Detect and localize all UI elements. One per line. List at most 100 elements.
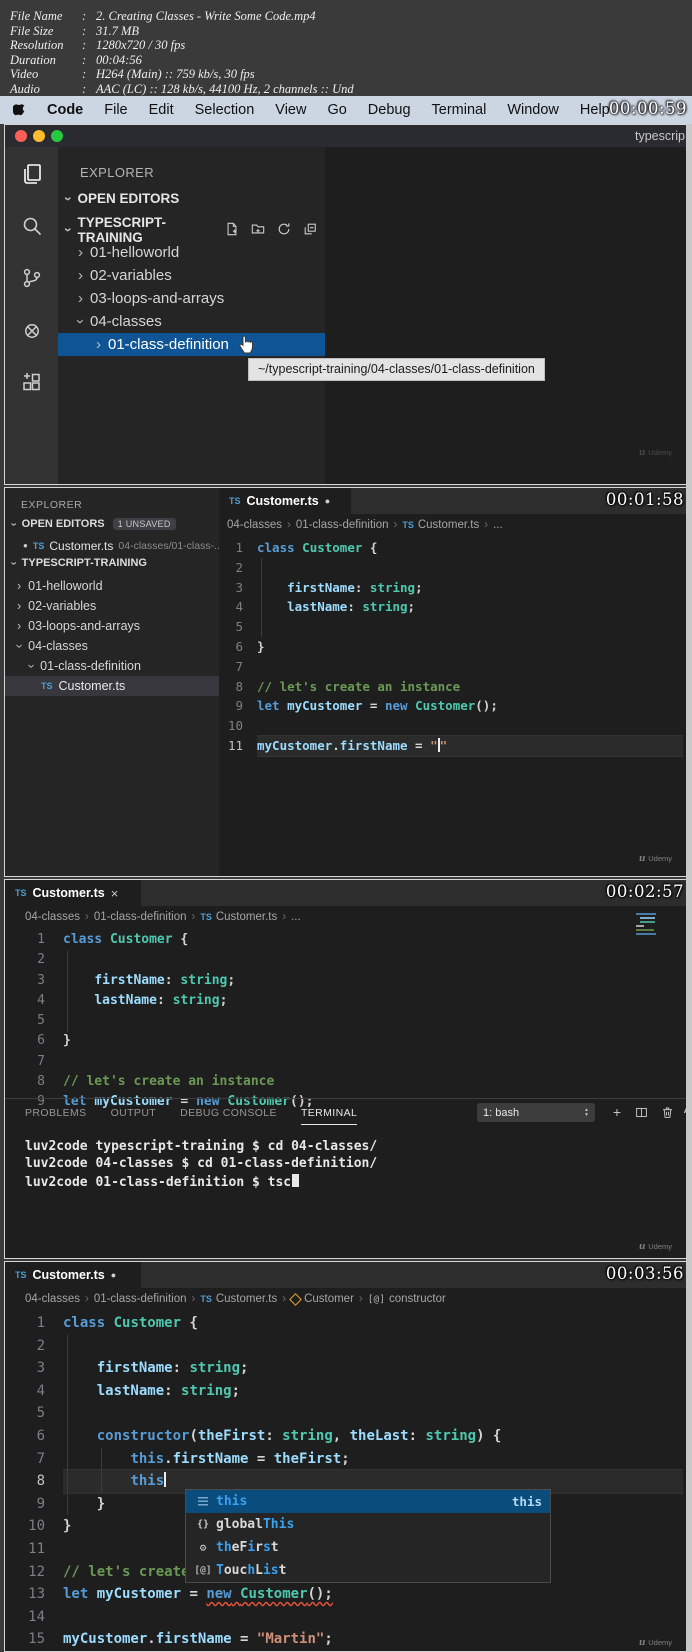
tab-customer-ts[interactable]: TS Customer.ts ● <box>219 488 351 514</box>
minimap[interactable] <box>636 913 660 935</box>
breadcrumb-item-[interactable]: ... <box>291 911 301 923</box>
tree-item-Customer.ts[interactable]: TS Customer.ts <box>5 676 219 696</box>
code-line-2: 2 <box>17 950 683 970</box>
menu-item-terminal[interactable]: Terminal <box>432 102 487 118</box>
open-editors-section[interactable]: › OPEN EDITORS <box>61 191 179 206</box>
meta-label: Video <box>10 67 39 82</box>
open-editor-item[interactable]: ● TS Customer.ts 04-classes/01-class-... <box>5 536 219 555</box>
tree-item-03-loops-and-arrays[interactable]: › 03-loops-and-arrays <box>5 616 219 636</box>
timestamp-overlay: 00:00:59 <box>608 99 687 118</box>
code-line-4: 4 lastName: string; <box>17 991 683 1011</box>
workspace-actions <box>225 222 317 239</box>
scrollbar[interactable] <box>686 124 692 1652</box>
code-line-4: 4 lastName: string; <box>17 1380 683 1403</box>
breadcrumb-item-[interactable]: ... <box>493 519 503 531</box>
breadcrumb-item-04-classes[interactable]: 04-classes <box>25 911 80 923</box>
suggest-item[interactable]: this this <box>186 1490 550 1513</box>
code-line-2: 2 <box>17 1335 683 1358</box>
new-file-icon[interactable] <box>225 222 239 239</box>
keyword-icon <box>198 1497 208 1506</box>
tab-label: Customer.ts <box>32 1268 105 1282</box>
menu-item-go[interactable]: Go <box>327 102 346 118</box>
menu-item-window[interactable]: Window <box>507 102 559 118</box>
code-line-text: constructor(theFirst: string, theLast: s… <box>96 1427 502 1444</box>
code-line-1: 1 class Customer { <box>17 930 683 950</box>
search-icon[interactable] <box>19 213 45 239</box>
debug-icon[interactable] <box>19 317 45 343</box>
tree-item-04-classes[interactable]: › 04-classes <box>58 310 325 333</box>
breadcrumb-separator: › <box>393 519 398 531</box>
close-window-button[interactable] <box>15 130 27 142</box>
udemy-watermark: u Udemy <box>639 852 672 864</box>
split-terminal-icon[interactable] <box>633 1104 649 1120</box>
menu-item-edit[interactable]: Edit <box>149 102 174 118</box>
line-number: 2 <box>37 952 45 968</box>
breadcrumb-item-constructor[interactable]: [@] constructor <box>368 1293 446 1305</box>
menu-item-view[interactable]: View <box>275 102 306 118</box>
open-editors-section[interactable]: › OPEN EDITORS 1 UNSAVED <box>7 518 176 530</box>
menu-item-file[interactable]: File <box>104 102 127 118</box>
suggest-item[interactable]: ⚙ theFirst <box>186 1536 550 1559</box>
tree-item-01-helloworld[interactable]: › 01-helloworld <box>5 576 219 596</box>
tree-item-03-loops-and-arrays[interactable]: › 03-loops-and-arrays <box>58 287 325 310</box>
meta-value: 1280x720 / 30 fps <box>96 38 186 53</box>
shell-select[interactable]: 1: bash ▲ ▼ <box>477 1103 595 1122</box>
panel-tab-terminal[interactable]: TERMINAL <box>300 1107 358 1125</box>
new-terminal-icon[interactable]: + <box>609 1104 625 1120</box>
menu-item-debug[interactable]: Debug <box>368 102 411 118</box>
dirty-dot-icon[interactable]: ● <box>325 496 330 506</box>
breadcrumb-item-Customer[interactable]: Customer <box>289 1292 354 1306</box>
close-icon[interactable]: × <box>111 886 119 901</box>
terminal-output[interactable]: luv2code typescript-training $ cd 04-cla… <box>25 1139 377 1191</box>
trash-icon[interactable] <box>659 1104 675 1120</box>
breadcrumb-item-Customerts[interactable]: TS Customer.ts <box>402 519 479 531</box>
menu-item-code[interactable]: Code <box>47 102 83 118</box>
tree-item-01-class-definition[interactable]: › 01-class-definition <box>58 333 325 356</box>
breadcrumb-item-01-class-definition[interactable]: 01-class-definition <box>296 519 389 531</box>
menu-item-help[interactable]: Help <box>580 102 610 118</box>
tree-item-02-variables[interactable]: › 02-variables <box>58 264 325 287</box>
class-member-icon: [@] <box>194 1565 212 1576</box>
breadcrumb-label: 04-classes <box>227 519 282 531</box>
refresh-icon[interactable] <box>277 222 291 239</box>
breadcrumb-item-Customerts[interactable]: TS Customer.ts <box>200 1293 277 1305</box>
menu-item-selection[interactable]: Selection <box>195 102 255 118</box>
tree-item-01-class-definition[interactable]: › 01-class-definition <box>5 656 219 676</box>
open-editor-path: 04-classes/01-class-... <box>118 539 219 552</box>
suggest-item-icon: {} <box>194 1519 212 1530</box>
breadcrumb-label: ... <box>291 911 301 923</box>
suggest-item[interactable]: [@] TouchList <box>186 1559 550 1582</box>
tree-item-01-helloworld[interactable]: › 01-helloworld <box>58 241 325 264</box>
explorer-icon[interactable] <box>19 161 45 187</box>
line-number: 13 <box>28 1586 45 1603</box>
tree-item-04-classes[interactable]: › 04-classes <box>5 636 219 656</box>
source-control-icon[interactable] <box>19 265 45 291</box>
tree-item-02-variables[interactable]: › 02-variables <box>5 596 219 616</box>
tab-customer-ts[interactable]: TS Customer.ts ● <box>5 1262 141 1288</box>
panel-tab-debug-console[interactable]: DEBUG CONSOLE <box>180 1107 277 1125</box>
breadcrumb-item-04-classes[interactable]: 04-classes <box>227 519 282 531</box>
meta-value: H264 (Main) :: 759 kb/s, 30 fps <box>96 67 255 82</box>
breadcrumb-item-Customerts[interactable]: TS Customer.ts <box>200 911 277 923</box>
zoom-window-button[interactable] <box>51 130 63 142</box>
minimize-window-button[interactable] <box>33 130 45 142</box>
dirty-dot-icon[interactable]: ● <box>111 1270 116 1280</box>
breadcrumb-item-01-class-definition[interactable]: 01-class-definition <box>94 1293 187 1305</box>
collapse-all-icon[interactable] <box>303 222 317 239</box>
menu-items: Code File Edit Selection View Go Debug Terminal… <box>47 102 610 118</box>
tab-customer-ts[interactable]: TS Customer.ts × <box>5 880 141 906</box>
empty-editor-area <box>325 147 686 484</box>
new-folder-icon[interactable] <box>251 222 265 239</box>
breadcrumb-label: constructor <box>388 1293 446 1305</box>
breadcrumb-label: 01-class-definition <box>93 911 187 923</box>
suggest-item[interactable]: {} globalThis <box>186 1513 550 1536</box>
code-line-14: 14 <box>17 1606 683 1629</box>
panel-tab-output[interactable]: OUTPUT <box>111 1107 157 1125</box>
workspace-section[interactable]: › TYPESCRIPT-TRAINING <box>7 557 147 569</box>
breadcrumb-item-04-classes[interactable]: 04-classes <box>25 1293 80 1305</box>
breadcrumb-item-01-class-definition[interactable]: 01-class-definition <box>94 911 187 923</box>
panel-tab-problems[interactable]: PROBLEMS <box>25 1107 87 1125</box>
apple-icon[interactable] <box>13 102 26 118</box>
extensions-icon[interactable] <box>19 369 45 395</box>
